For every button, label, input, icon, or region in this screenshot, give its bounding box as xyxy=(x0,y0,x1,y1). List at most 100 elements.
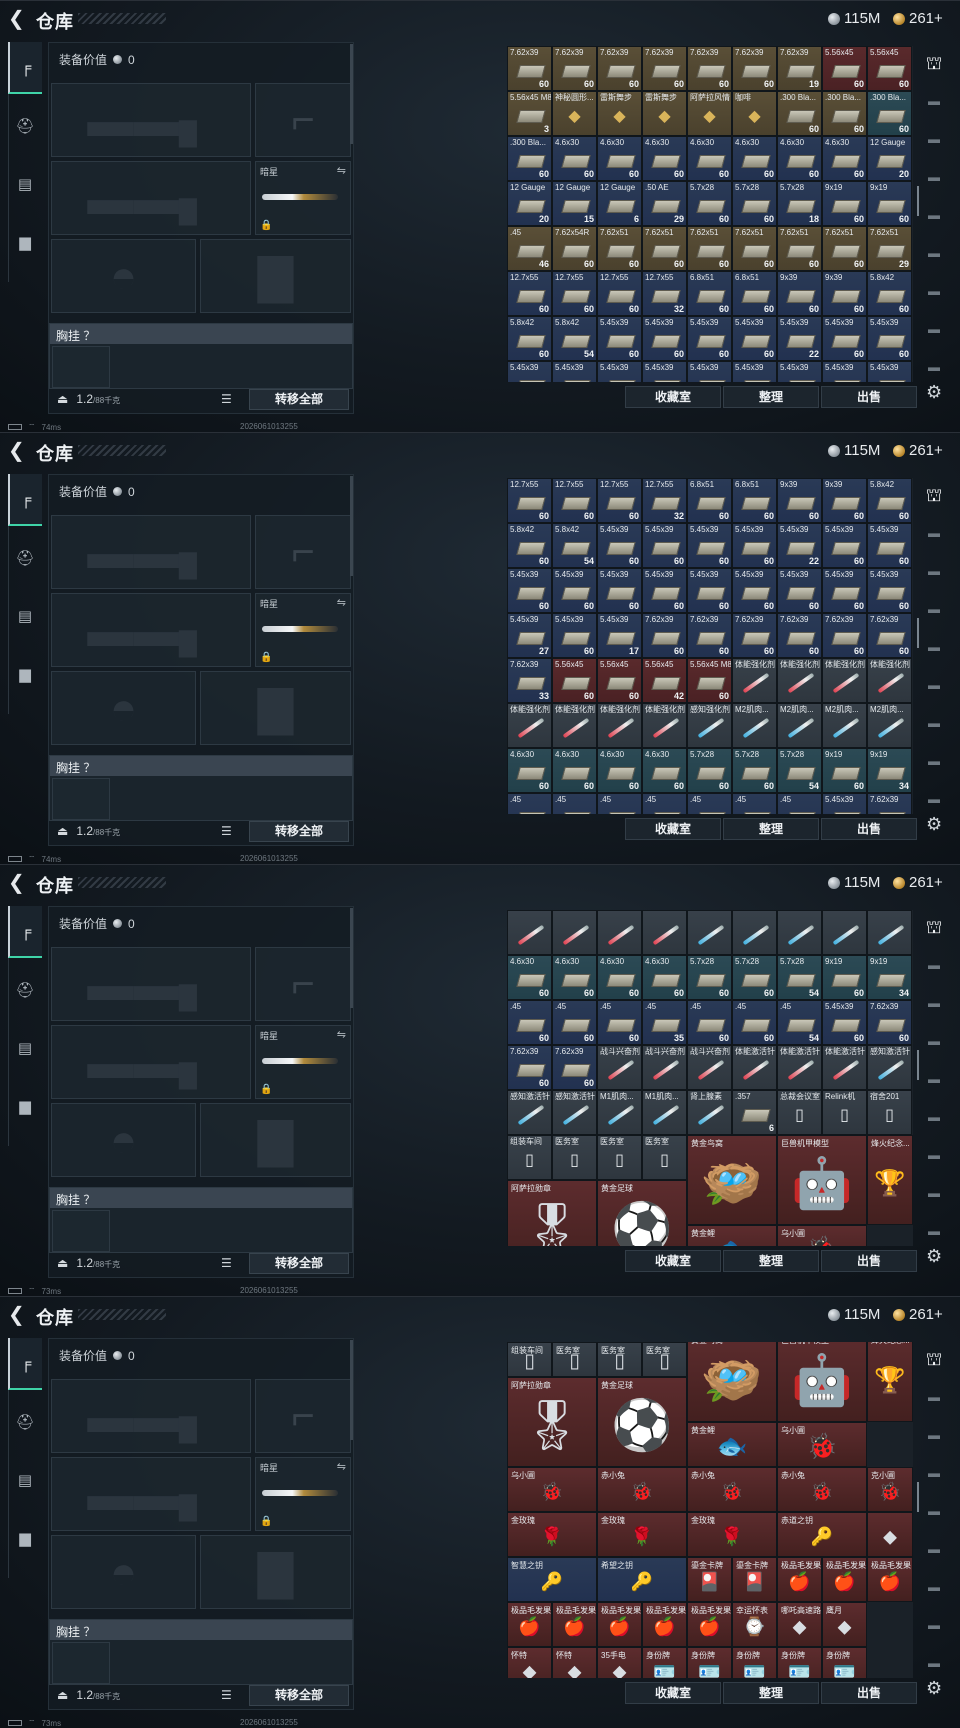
inventory-cell[interactable]: .4560 xyxy=(732,1000,777,1045)
settings-gear-icon[interactable]: ⚙ xyxy=(926,1246,942,1267)
inventory-cell[interactable]: 5.7x28 54 xyxy=(777,748,822,793)
inventory-cell[interactable]: 7.62x39 19 xyxy=(777,46,822,91)
inventory-cell[interactable]: 极品毛发果 🍎 xyxy=(507,1602,552,1647)
inventory-cell[interactable]: 体能激活针 xyxy=(777,1045,822,1090)
inventory-cell[interactable]: .4560 xyxy=(552,1000,597,1045)
inventory-cell[interactable]: 7.62x39 60 xyxy=(507,46,552,91)
rig-tab[interactable]: ▤ xyxy=(8,1022,42,1074)
inventory-cell[interactable]: 12.7x55 60 xyxy=(552,271,597,316)
inventory-cell[interactable]: 5.45x3960 xyxy=(822,316,867,361)
inventory-cell[interactable]: 4.6x30 60 xyxy=(597,955,642,1000)
inventory-cell[interactable]: 医务室 ▯ xyxy=(642,1342,687,1377)
inventory-cell[interactable]: 黄金鲤🐟 xyxy=(687,1422,777,1467)
inventory-cell[interactable]: 7.62x39 60 xyxy=(867,1000,912,1045)
armor-slot[interactable]: ▇ xyxy=(200,239,351,313)
inventory-cell[interactable]: 4.6x30 60 xyxy=(552,955,597,1000)
inventory-cell[interactable]: ◆ xyxy=(867,1512,913,1557)
secondary-weapon-slot[interactable]: ▬▬▖ xyxy=(51,1457,251,1531)
chest-rig-slot[interactable] xyxy=(52,1642,110,1684)
inventory-cell[interactable]: ▯ Relink机 xyxy=(822,1090,867,1135)
inventory-cell[interactable]: 4.6x30 60 xyxy=(552,136,597,181)
inventory-cell[interactable]: .300 Bla... 60 xyxy=(867,91,912,136)
inventory-cell[interactable]: 5.45x3960 xyxy=(822,1000,867,1045)
inventory-cell[interactable]: 5.45x3960 xyxy=(507,361,552,382)
inventory-cell[interactable]: 体能强化剂 xyxy=(777,658,822,703)
bag-tab[interactable]: ▆ xyxy=(8,1512,42,1564)
inventory-cell[interactable]: 怀特 ◆ xyxy=(507,1647,552,1678)
inventory-cell[interactable]: .4560 xyxy=(687,1000,732,1045)
inventory-cell[interactable]: 医务室 ▯ xyxy=(597,1342,642,1377)
helmet-slot[interactable]: ◓ xyxy=(51,239,196,313)
inventory-cell[interactable]: 乌小圃🐞 xyxy=(777,1225,867,1246)
inventory-cell[interactable]: 5.45x3960 xyxy=(597,316,642,361)
inventory-cell[interactable]: 4.6x30 60 xyxy=(642,955,687,1000)
inventory-cell[interactable]: .4560 xyxy=(597,793,642,814)
inventory-cell[interactable]: M2肌肉... xyxy=(732,703,777,748)
inventory-cell[interactable]: .4560 xyxy=(597,1000,642,1045)
inventory-cell[interactable]: 4.6x30 60 xyxy=(642,748,687,793)
inventory-cell[interactable]: 7.62x51 60 xyxy=(642,226,687,271)
inventory-cell[interactable]: 5.45x3960 xyxy=(687,568,732,613)
inventory-cell[interactable]: 5.56x45 42 xyxy=(642,658,687,703)
inventory-cell[interactable]: 医务室 ▯ xyxy=(597,1135,642,1180)
inventory-cell[interactable]: 5.45x3960 xyxy=(552,361,597,382)
inventory-scrollbar[interactable] xyxy=(917,1482,919,1512)
inventory-cell[interactable]: 阿萨拉勋章 🎖 xyxy=(507,1180,597,1246)
transfer-all-button[interactable]: 转移全部 xyxy=(249,389,349,410)
container-icon-2[interactable]: ▬ xyxy=(920,1418,948,1452)
inventory-cell[interactable]: 5.45x3960 xyxy=(642,523,687,568)
inventory-cell[interactable]: .4560 xyxy=(552,793,597,814)
swap-icon[interactable]: ⇋ xyxy=(337,596,346,609)
inventory-cell[interactable]: 7.62x39 60 xyxy=(867,613,912,658)
inventory-cell[interactable]: 12.7x55 60 xyxy=(507,478,552,523)
inventory-cell[interactable]: 战斗兴奋剂 xyxy=(687,1045,732,1090)
inventory-cell[interactable]: 5.45x3960 xyxy=(687,361,732,382)
inventory-cell[interactable]: 极品毛发果 🍎 xyxy=(777,1557,822,1602)
container-icon-8[interactable]: ▬ xyxy=(920,1214,948,1248)
settings-gear-icon[interactable]: ⚙ xyxy=(926,814,942,835)
inventory-cell[interactable]: 12.7x55 60 xyxy=(507,271,552,316)
inventory-cell[interactable]: 12.7x55 32 xyxy=(642,271,687,316)
container-icon-7[interactable]: ▬ xyxy=(920,1176,948,1210)
inventory-cell[interactable]: 4.6x30 60 xyxy=(777,136,822,181)
container-icon-1[interactable]: ▬ xyxy=(920,948,948,982)
inventory-cell[interactable]: 5.45x3960 xyxy=(867,316,912,361)
inventory-cell[interactable]: 7.62x39 60 xyxy=(822,613,867,658)
inventory-cell[interactable]: 5.45x3960 xyxy=(822,523,867,568)
inventory-cell[interactable]: 医务室 ▯ xyxy=(552,1135,597,1180)
inventory-cell[interactable]: 9x19 60 xyxy=(822,955,867,1000)
inventory-cell[interactable]: 感知激活针 xyxy=(552,1090,597,1135)
container-icon-4[interactable]: ▬ xyxy=(920,1062,948,1096)
inventory-cell[interactable]: 6.8x51 60 xyxy=(687,478,732,523)
inventory-cell[interactable]: 体能激活针 xyxy=(822,1045,867,1090)
inventory-cell[interactable]: 幸运怀表 ⌚ xyxy=(732,1602,777,1647)
rig-tab[interactable]: ▤ xyxy=(8,158,42,210)
container-icon-7[interactable]: ▬ xyxy=(920,1608,948,1642)
inventory-cell[interactable]: 5.56x45 M855A1 60 xyxy=(687,658,732,703)
chest-rig-section[interactable]: 胸挂 ？ xyxy=(49,1619,353,1685)
inventory-scrollbar[interactable] xyxy=(917,1050,919,1080)
inventory-cell[interactable]: 4.6x30 60 xyxy=(687,136,732,181)
collection-button[interactable]: 收藏室 xyxy=(625,386,721,408)
inventory-cell[interactable]: 5.45x39 22 xyxy=(777,316,822,361)
inventory-cell[interactable]: 6.8x51 60 xyxy=(687,271,732,316)
storage-icon[interactable]: ⛫ xyxy=(920,1342,948,1376)
armor-slot[interactable]: ▇ xyxy=(200,1103,351,1177)
inventory-cell[interactable]: 5.7x28 60 xyxy=(732,955,777,1000)
inventory-cell[interactable]: 4.6x30 60 xyxy=(507,748,552,793)
sort-button[interactable]: 整理 xyxy=(723,1250,819,1272)
inventory-cell[interactable]: 巨兽机甲模型 🤖 xyxy=(777,1135,867,1225)
inventory-cell[interactable]: ◆ 神秘圆形... xyxy=(552,91,597,136)
inventory-cell[interactable]: 5.56x45 60 xyxy=(552,658,597,703)
inventory-cell[interactable]: 9x39 60 xyxy=(822,271,867,316)
inventory-cell[interactable]: 感知激活针 xyxy=(867,1045,912,1090)
equipment-scrollbar[interactable] xyxy=(350,1340,353,1440)
weapons-tab[interactable]: ╒ xyxy=(8,1338,42,1390)
inventory-cell[interactable]: 体能强化剂 xyxy=(642,703,687,748)
inventory-cell[interactable]: 身份牌 🪪 xyxy=(777,1647,822,1678)
inventory-cell[interactable]: 5.45x3960 xyxy=(687,316,732,361)
container-icon-8[interactable]: ▬ xyxy=(920,782,948,816)
sell-button[interactable]: 出售 xyxy=(821,1250,917,1272)
inventory-cell[interactable]: 7.62x39 60 xyxy=(597,46,642,91)
inventory-cell[interactable]: 7.62x51 60 xyxy=(687,226,732,271)
